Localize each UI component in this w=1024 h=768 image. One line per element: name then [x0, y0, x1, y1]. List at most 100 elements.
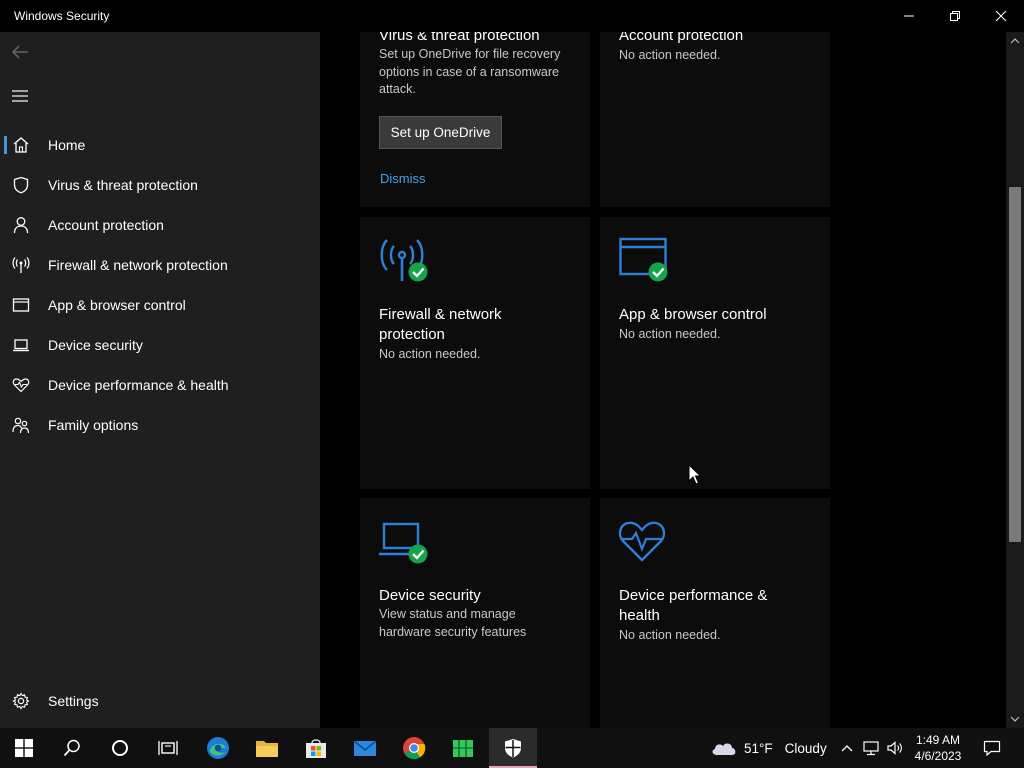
search-icon	[63, 739, 80, 757]
card-description: attack.	[379, 82, 416, 96]
card-title: Firewall & network	[379, 306, 502, 323]
cortana-circle-icon	[112, 740, 128, 756]
chevron-down-icon	[1010, 716, 1020, 722]
sidebar-item-label: Account protection	[48, 217, 164, 233]
chevron-up-icon	[841, 745, 853, 752]
laptop-icon	[11, 335, 31, 355]
heart-pulse-icon	[618, 521, 666, 562]
sidebar-item-virus-threat[interactable]: Virus & threat protection	[0, 165, 320, 205]
sidebar-item-settings[interactable]: Settings	[0, 681, 320, 721]
sidebar-item-home[interactable]: Home	[0, 125, 320, 165]
back-button[interactable]	[6, 40, 34, 64]
scroll-up-button[interactable]	[1006, 32, 1024, 50]
store-bag-icon	[306, 739, 326, 758]
mail-envelope-icon	[353, 740, 377, 756]
app-browser-card[interactable]: App & browser control No action needed.	[600, 217, 830, 489]
device-performance-card[interactable]: Device performance & health No action ne…	[600, 498, 830, 728]
network-button[interactable]	[860, 728, 882, 768]
clock[interactable]: 1:49 AM 4/6/2023	[906, 732, 970, 764]
sidebar-item-account[interactable]: Account protection	[0, 205, 320, 245]
mail-button[interactable]	[341, 728, 389, 768]
close-icon	[995, 10, 1007, 22]
windows-logo-icon	[15, 739, 33, 757]
chrome-button[interactable]	[390, 728, 438, 768]
card-description: options in case of a ransomware	[379, 64, 559, 79]
volume-button[interactable]	[884, 728, 906, 768]
weather-widget[interactable]: 51°F Cloudy	[710, 728, 827, 768]
green-app-button[interactable]	[439, 728, 487, 768]
notification-center-button[interactable]	[978, 728, 1006, 768]
restore-icon	[950, 11, 960, 21]
sidebar-item-label: Settings	[48, 693, 99, 709]
card-title: protection	[379, 326, 445, 343]
card-status: No action needed.	[379, 347, 481, 361]
folder-icon	[256, 741, 278, 757]
restore-button[interactable]	[932, 0, 978, 32]
card-title: Device security	[379, 587, 481, 604]
notification-icon	[983, 740, 1001, 756]
sidebar-item-device-performance[interactable]: Device performance & health	[0, 365, 320, 405]
card-title: health	[619, 607, 660, 624]
weather-temperature: 51°F	[744, 740, 773, 756]
sidebar-item-app-browser[interactable]: App & browser control	[0, 285, 320, 325]
card-title: Virus & threat protection	[379, 32, 540, 44]
show-hidden-icons-button[interactable]	[838, 728, 856, 768]
search-button[interactable]	[48, 728, 96, 768]
virus-threat-card[interactable]: Virus & threat protection Set up OneDriv…	[360, 32, 590, 207]
network-icon	[863, 741, 879, 756]
cloud-icon	[712, 743, 736, 755]
card-description: View status and manage	[379, 607, 516, 621]
scroll-thumb[interactable]	[1009, 187, 1021, 542]
edge-browser-icon	[207, 737, 229, 759]
device-security-card[interactable]: Device security View status and manage h…	[360, 498, 590, 728]
heart-pulse-icon	[11, 375, 31, 395]
antenna-check-icon	[380, 239, 428, 282]
scroll-down-button[interactable]	[1006, 710, 1024, 728]
back-arrow-icon	[12, 45, 28, 59]
sidebar-item-family[interactable]: Family options	[0, 405, 320, 445]
hamburger-icon	[12, 90, 28, 102]
sidebar-item-label: App & browser control	[48, 297, 186, 313]
clock-time: 1:49 AM	[915, 733, 961, 747]
card-status: No action needed.	[619, 48, 721, 62]
sidebar-item-label: Home	[48, 137, 86, 153]
card-status: No action needed.	[619, 327, 721, 341]
hamburger-menu-button[interactable]	[6, 84, 34, 108]
taskbar: 51°F Cloudy 1:49 AM 4/6/2023	[0, 728, 1024, 768]
card-title: Account protection	[619, 32, 744, 44]
window-title: Windows Security	[14, 9, 110, 23]
dismiss-link[interactable]: Dismiss	[380, 171, 426, 186]
laptop-check-icon	[379, 522, 428, 564]
person-icon	[11, 215, 31, 235]
weather-condition: Cloudy	[784, 740, 827, 756]
store-button[interactable]	[292, 728, 340, 768]
sidebar-item-device-security[interactable]: Device security	[0, 325, 320, 365]
file-explorer-button[interactable]	[243, 728, 291, 768]
start-button[interactable]	[0, 728, 48, 768]
antenna-icon	[11, 255, 31, 275]
title-bar: Windows Security	[0, 0, 1024, 32]
firewall-card[interactable]: Firewall & network protection No action …	[360, 217, 590, 489]
edge-browser-button[interactable]	[194, 728, 242, 768]
card-status: No action needed.	[619, 628, 721, 642]
close-button[interactable]	[978, 0, 1024, 32]
sidebar-item-label: Family options	[48, 417, 139, 433]
sidebar-item-firewall[interactable]: Firewall & network protection	[0, 245, 320, 285]
shield-icon	[505, 739, 521, 758]
shield-icon	[11, 175, 31, 195]
setup-onedrive-button[interactable]: Set up OneDrive	[379, 116, 502, 149]
windows-security-taskbar-button[interactable]	[489, 728, 537, 768]
vertical-scrollbar[interactable]	[1006, 32, 1024, 728]
task-view-button[interactable]	[144, 728, 192, 768]
family-icon	[11, 415, 31, 435]
minimize-button[interactable]	[886, 0, 932, 32]
card-description: hardware security features	[379, 625, 527, 639]
mouse-cursor-icon	[688, 464, 702, 485]
account-protection-card[interactable]: Account protection No action needed.	[600, 32, 830, 207]
chevron-up-icon	[1010, 38, 1020, 44]
cortana-button[interactable]	[96, 728, 144, 768]
card-title: Device performance &	[619, 587, 768, 604]
home-icon	[11, 135, 31, 155]
minimize-icon	[904, 15, 914, 17]
sidebar: Home Virus & threat protection Account p…	[0, 32, 320, 728]
